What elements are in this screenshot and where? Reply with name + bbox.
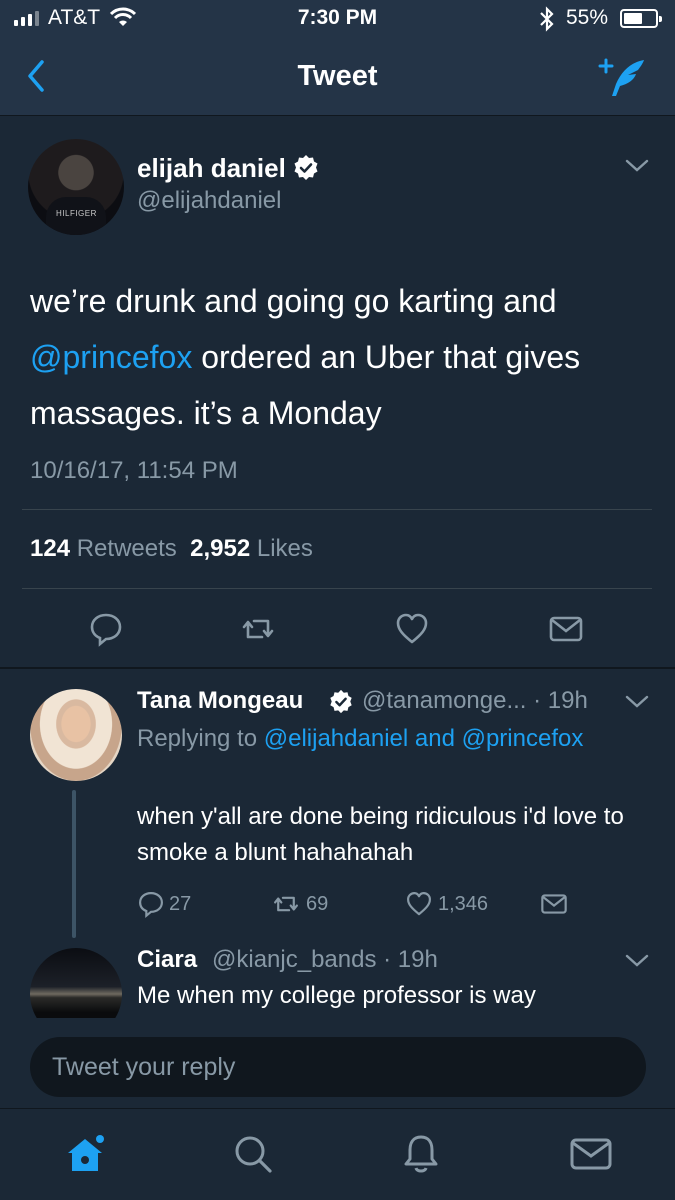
reply-icon bbox=[139, 892, 163, 918]
notifications-bell-icon[interactable] bbox=[398, 1131, 444, 1177]
chevron-down-icon[interactable] bbox=[624, 952, 650, 970]
chevron-down-icon[interactable] bbox=[624, 693, 650, 711]
reply-tweet[interactable]: Tana Mongeau @tanamonge... · 19h Replyin… bbox=[0, 669, 675, 946]
reply-meta: @kianjc_bands · 19h bbox=[212, 946, 438, 973]
compose-feather-icon[interactable] bbox=[598, 54, 650, 100]
mention-link[interactable]: @princefox bbox=[30, 339, 192, 375]
tab-bar bbox=[0, 1108, 675, 1200]
retweets-count[interactable]: 124 bbox=[30, 535, 70, 562]
like-heart-icon[interactable] bbox=[394, 611, 430, 647]
reply-author-name[interactable]: Tana Mongeau bbox=[137, 687, 303, 715]
retweet-icon bbox=[274, 896, 298, 912]
replying-to-prefix: Replying to bbox=[137, 725, 258, 752]
share-button[interactable] bbox=[538, 889, 570, 919]
retweet-icon[interactable] bbox=[240, 611, 276, 647]
reply-button[interactable]: 27 bbox=[137, 889, 191, 919]
avatar-shirt-logo: HILFIGER bbox=[56, 209, 97, 218]
retweet-button[interactable]: 69 bbox=[270, 889, 328, 919]
divider bbox=[22, 509, 652, 510]
tweet-stats: 124 Retweets 2,952 Likes bbox=[30, 535, 313, 563]
battery-icon bbox=[620, 9, 662, 28]
author-handle[interactable]: @elijahdaniel bbox=[137, 187, 281, 215]
tweet-text-part: we’re drunk and going go karting and bbox=[30, 283, 557, 319]
likes-count[interactable]: 2,952 bbox=[190, 535, 250, 562]
reply-author-name[interactable]: Ciara bbox=[137, 946, 197, 974]
divider bbox=[22, 588, 652, 589]
page-title: Tweet bbox=[297, 60, 378, 92]
retweets-label[interactable]: Retweets bbox=[77, 535, 177, 562]
share-mail-icon[interactable] bbox=[548, 611, 584, 647]
reply-tweet[interactable]: Ciara @kianjc_bands · 19h Me when my col… bbox=[0, 940, 675, 1018]
like-heart-icon bbox=[407, 892, 431, 916]
author-name[interactable]: elijah daniel bbox=[137, 153, 286, 184]
messages-mail-icon[interactable] bbox=[568, 1131, 614, 1177]
tweet-timestamp: 10/16/17, 11:54 PM bbox=[30, 457, 238, 484]
reply-count: 27 bbox=[169, 892, 192, 915]
thread-line bbox=[72, 790, 76, 938]
reply-meta: @tanamonge... · 19h bbox=[362, 687, 588, 714]
reply-time: 19h bbox=[397, 946, 438, 973]
status-bar: AT&T 7:30 PM 55% bbox=[0, 0, 675, 38]
reply-composer bbox=[0, 1018, 675, 1108]
verified-badge-icon bbox=[294, 155, 318, 180]
like-button[interactable]: 1,346 bbox=[404, 889, 488, 919]
likes-label[interactable]: Likes bbox=[257, 535, 313, 562]
like-count: 1,346 bbox=[438, 892, 489, 915]
reply-icon[interactable] bbox=[88, 611, 124, 647]
reply-author-handle[interactable]: @kianjc_bands bbox=[212, 946, 376, 973]
verified-badge-icon bbox=[330, 689, 352, 714]
replying-to-mentions[interactable]: @elijahdaniel and @princefox bbox=[264, 725, 584, 752]
reply-author-handle[interactable]: @tanamonge... bbox=[362, 687, 526, 714]
retweet-count: 69 bbox=[306, 892, 329, 915]
battery-percent: 55% bbox=[566, 6, 609, 29]
share-mail-icon bbox=[541, 894, 567, 914]
nav-bar: Tweet bbox=[0, 38, 675, 116]
replying-to: Replying to @elijahdaniel and @princefox bbox=[137, 721, 647, 757]
reply-time: 19h bbox=[547, 687, 588, 714]
reply-text: Me when my college professor is way bbox=[137, 982, 536, 1009]
main-tweet: HILFIGER elijah daniel @elijahdaniel we’… bbox=[0, 117, 675, 667]
chevron-down-icon[interactable] bbox=[624, 157, 650, 175]
avatar[interactable] bbox=[30, 948, 122, 1018]
home-icon[interactable] bbox=[62, 1131, 108, 1177]
avatar[interactable] bbox=[30, 689, 122, 781]
bluetooth-icon bbox=[540, 6, 554, 32]
reply-text: when y'all are done being ridiculous i'd… bbox=[137, 803, 624, 866]
avatar[interactable]: HILFIGER bbox=[28, 139, 124, 235]
search-icon[interactable] bbox=[230, 1131, 276, 1177]
tweet-text: we’re drunk and going go karting and @pr… bbox=[30, 273, 650, 441]
reply-input[interactable] bbox=[30, 1037, 646, 1097]
